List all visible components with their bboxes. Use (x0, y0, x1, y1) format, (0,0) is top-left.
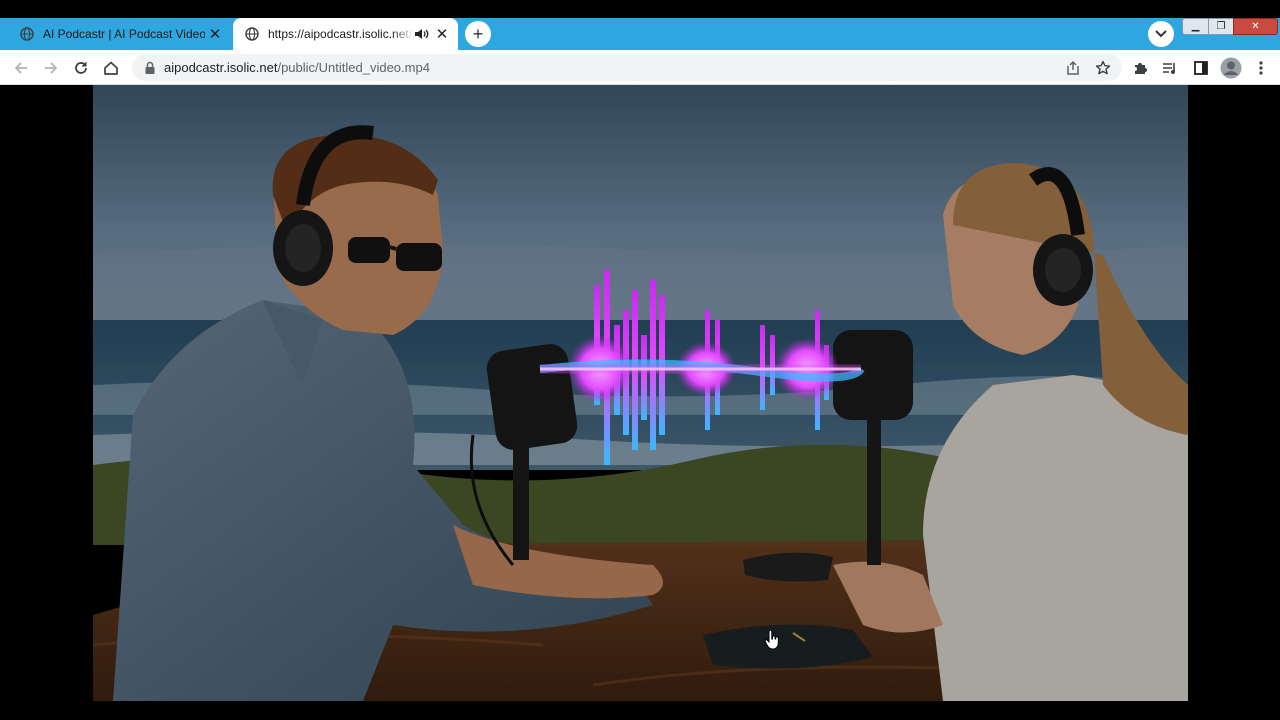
mouse-cursor-hand-icon (764, 630, 779, 650)
url-path: /public/Untitled_video.mp4 (277, 60, 430, 75)
address-bar[interactable]: aipodcastr.isolic.net/public/Untitled_vi… (132, 54, 1122, 81)
puzzle-icon (1135, 63, 1147, 74)
side-panel-button[interactable] (1189, 56, 1213, 80)
tab-strip: AI Podcastr | AI Podcast Video ✕ https:/… (0, 18, 1280, 50)
star-icon (1095, 60, 1111, 75)
plus-icon: + (472, 23, 484, 44)
tab-ai-podcastr[interactable]: AI Podcastr | AI Podcast Video ✕ (8, 18, 231, 50)
lock-icon[interactable] (144, 61, 156, 75)
minimize-button[interactable]: ▁ (1182, 18, 1209, 35)
close-icon[interactable]: ✕ (432, 24, 452, 44)
home-button[interactable] (99, 56, 123, 80)
kebab-menu-icon (1259, 61, 1263, 75)
chrome-menu-button[interactable] (1249, 56, 1273, 80)
home-icon (104, 61, 118, 75)
forward-button[interactable] (39, 56, 63, 80)
speaker-icon[interactable] (414, 27, 430, 41)
forward-arrow-icon (45, 62, 58, 74)
browser-toolbar: aipodcastr.isolic.net/public/Untitled_vi… (0, 50, 1280, 85)
media-control-button[interactable] (1158, 56, 1182, 80)
bookmark-button[interactable] (1091, 56, 1115, 80)
chevron-down-icon (1155, 30, 1167, 38)
url-host: aipodcastr.isolic.net (164, 60, 278, 75)
video-frame (93, 85, 1188, 701)
close-icon: ✕ (1251, 21, 1260, 32)
close-window-button[interactable]: ✕ (1233, 18, 1278, 35)
media-playlist-icon (1163, 63, 1175, 74)
back-button[interactable] (9, 56, 33, 80)
maximize-button[interactable]: ❐ (1208, 18, 1234, 35)
extensions-button[interactable] (1128, 56, 1152, 80)
tab-video[interactable]: https://aipodcastr.isolic.net/public/Unt… (233, 18, 458, 50)
video-player[interactable] (93, 85, 1188, 701)
maximize-icon: ❐ (1216, 21, 1226, 32)
side-panel-icon (1194, 61, 1208, 75)
back-arrow-icon (14, 62, 27, 74)
tab-title: AI Podcastr | AI Podcast Video (43, 27, 205, 41)
reload-icon (75, 62, 87, 74)
profile-button[interactable] (1219, 56, 1243, 80)
tab-search-button[interactable] (1148, 21, 1174, 47)
share-button[interactable] (1061, 56, 1085, 80)
globe-icon (245, 27, 259, 41)
reload-button[interactable] (69, 56, 93, 80)
minimize-icon: ▁ (1191, 21, 1200, 32)
new-tab-button[interactable]: + (465, 21, 491, 47)
globe-icon (20, 27, 34, 41)
avatar (1220, 57, 1242, 79)
screen: AI Podcastr | AI Podcast Video ✕ https:/… (0, 0, 1280, 720)
tab-title: https://aipodcastr.isolic.net/public/Unt… (268, 27, 414, 41)
title-bar[interactable] (0, 0, 1280, 18)
close-icon[interactable]: ✕ (205, 24, 225, 44)
share-icon (1067, 60, 1079, 75)
